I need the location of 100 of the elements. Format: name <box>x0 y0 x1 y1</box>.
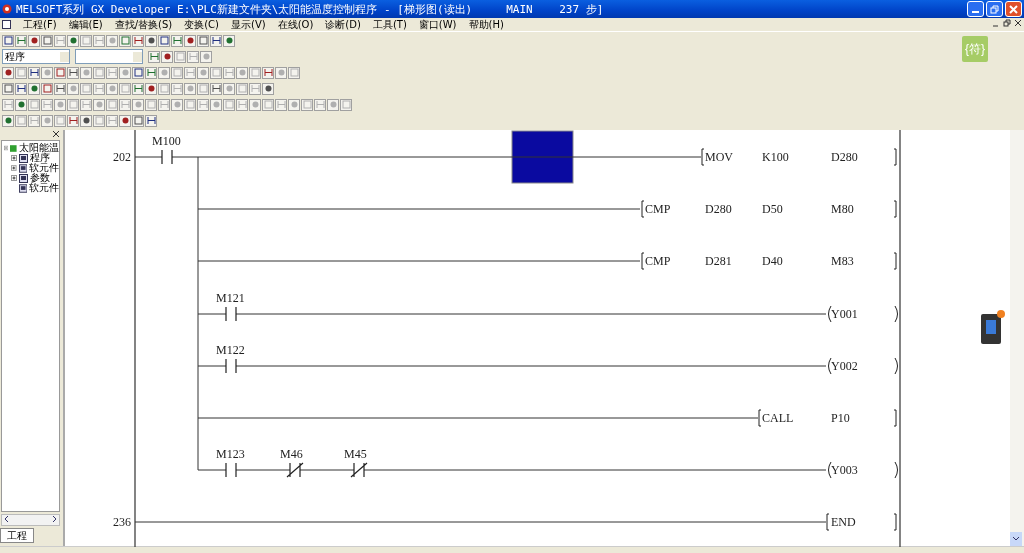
toolbar-button[interactable] <box>145 66 157 79</box>
toolbar-button[interactable] <box>54 82 66 95</box>
operand-text: M83 <box>831 254 854 268</box>
menu-item[interactable]: 诊断(D) <box>325 17 361 32</box>
toolbar-button[interactable] <box>2 114 14 127</box>
toolbar-button[interactable] <box>80 114 92 127</box>
restore-icon <box>990 4 999 14</box>
dropdown-field[interactable] <box>75 49 143 64</box>
toolbar-button[interactable] <box>148 50 160 63</box>
toolbar-button[interactable] <box>67 34 79 47</box>
menu-item[interactable]: 在线(O) <box>277 17 314 32</box>
toolbar-button[interactable] <box>171 34 183 47</box>
device-label: M45 <box>344 447 367 461</box>
operand-text: D40 <box>762 254 783 268</box>
close-icon[interactable] <box>1014 19 1022 27</box>
horizontal-scrollbar[interactable] <box>1 514 60 526</box>
menu-item[interactable]: 变换(C) <box>184 17 219 32</box>
toolbar-button[interactable] <box>15 82 27 95</box>
vertical-scrollbar[interactable] <box>1010 130 1024 546</box>
restore-button[interactable] <box>986 1 1003 17</box>
menu-item[interactable]: 查找/替换(S) <box>114 17 173 32</box>
scroll-down-icon[interactable] <box>1010 532 1022 546</box>
toolbar-button[interactable] <box>132 82 144 95</box>
toolbar-button[interactable] <box>28 66 40 79</box>
tree-item[interactable]: 参数 <box>30 173 50 183</box>
toolbar-button[interactable] <box>15 34 27 47</box>
operand-text: M80 <box>831 202 854 216</box>
restore-icon[interactable] <box>1003 19 1011 27</box>
toolbar-button[interactable] <box>145 114 157 127</box>
menu-item[interactable]: 工具(T) <box>372 17 407 32</box>
window-title: MELSOFT系列 GX Developer E:\PLC新建文件夹\太阳能温度控制程序 - [梯形图(读出) <box>16 1 473 17</box>
operand-text: Y002 <box>831 359 858 373</box>
project-icon <box>10 143 17 153</box>
operand-text: D280 <box>705 202 732 216</box>
phone-icon[interactable] <box>980 310 1006 346</box>
cursor-highlight <box>511 130 574 184</box>
toolbar-button[interactable] <box>158 34 170 47</box>
menu-item[interactable]: 窗口(W) <box>418 17 457 32</box>
menu-item[interactable]: 编辑(E) <box>68 17 103 32</box>
toolbar-button[interactable] <box>28 82 40 95</box>
instruction-text: END <box>831 515 856 529</box>
project-tab[interactable]: 工程 <box>0 528 34 543</box>
device-label: M46 <box>280 447 303 461</box>
toolbar-button[interactable] <box>184 34 196 47</box>
tree-item[interactable]: 软元件 <box>29 183 59 193</box>
toolbar-button[interactable] <box>15 98 27 111</box>
operand-text: Y001 <box>831 307 858 321</box>
operand-text: Y003 <box>831 463 858 477</box>
minimize-button[interactable] <box>967 1 984 17</box>
device-label: M123 <box>216 447 245 461</box>
instruction-text: CALL <box>762 411 794 425</box>
close-button[interactable] <box>1005 1 1022 17</box>
toolbar-button[interactable] <box>119 114 131 127</box>
tree-item[interactable]: 太阳能温 <box>19 143 59 153</box>
document-icon[interactable] <box>2 20 11 29</box>
tree-item[interactable]: 软元件 <box>29 163 59 173</box>
toolbar-button[interactable] <box>262 66 274 79</box>
toolbar-button[interactable] <box>132 34 144 47</box>
minimize-icon <box>972 11 979 13</box>
expand-icon[interactable] <box>11 155 17 161</box>
step-number: 202 <box>113 150 131 164</box>
toolbar-button[interactable] <box>2 66 14 79</box>
operand-text: D280 <box>831 150 858 164</box>
toolbar-button[interactable] <box>223 34 235 47</box>
toolbar-button[interactable] <box>67 114 79 127</box>
expand-icon[interactable] <box>11 165 17 171</box>
step-number: 236 <box>113 515 131 529</box>
folder-icon <box>19 153 28 163</box>
dropdown-field[interactable]: 程序 <box>2 49 70 64</box>
toolbar-button[interactable] <box>28 34 40 47</box>
tree-item[interactable]: 程序 <box>30 153 50 163</box>
close-icon <box>1009 4 1018 14</box>
toolbar-button[interactable] <box>132 66 144 79</box>
toolbar-button[interactable] <box>67 66 79 79</box>
instruction-text: CMP <box>645 254 671 268</box>
menu-item[interactable]: 工程(F) <box>23 17 57 32</box>
collapse-icon[interactable] <box>4 145 9 151</box>
toolbar-button[interactable] <box>161 50 173 63</box>
menu-item[interactable]: 帮助(H) <box>468 17 504 32</box>
folder-icon <box>19 173 28 183</box>
instruction-text: MOV <box>705 150 733 164</box>
toolbar-button[interactable] <box>145 82 157 95</box>
toolbar-button[interactable] <box>2 34 14 47</box>
operand-text: P10 <box>831 411 850 425</box>
operand-text: K100 <box>762 150 789 164</box>
menu-item[interactable]: 显示(V) <box>231 17 266 32</box>
window-title-status: MAIN 237 步] <box>506 1 604 17</box>
app-icon <box>2 4 12 14</box>
toolbar-button[interactable] <box>145 34 157 47</box>
folder-icon <box>18 183 27 193</box>
device-label: M122 <box>216 343 245 357</box>
folder-icon <box>18 163 27 173</box>
close-icon[interactable] <box>52 130 60 138</box>
instruction-text: CMP <box>645 202 671 216</box>
toolbar-button[interactable] <box>262 82 274 95</box>
expand-icon[interactable] <box>11 175 17 181</box>
toolbar-button[interactable] <box>210 34 222 47</box>
operand-text: D50 <box>762 202 783 216</box>
toolbar-button[interactable] <box>210 82 222 95</box>
device-label: M100 <box>152 134 181 148</box>
